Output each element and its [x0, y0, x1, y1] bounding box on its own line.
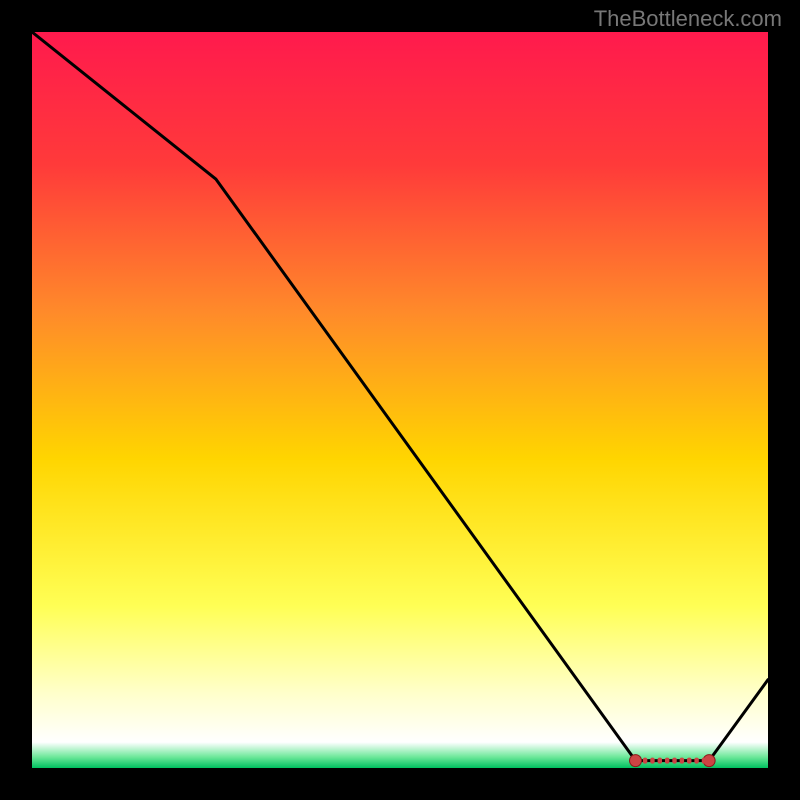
- chart-line-layer: [32, 32, 768, 768]
- watermark-text: TheBottleneck.com: [594, 6, 782, 32]
- chart-plot-area: [32, 32, 768, 768]
- chart-series-line: [32, 32, 768, 761]
